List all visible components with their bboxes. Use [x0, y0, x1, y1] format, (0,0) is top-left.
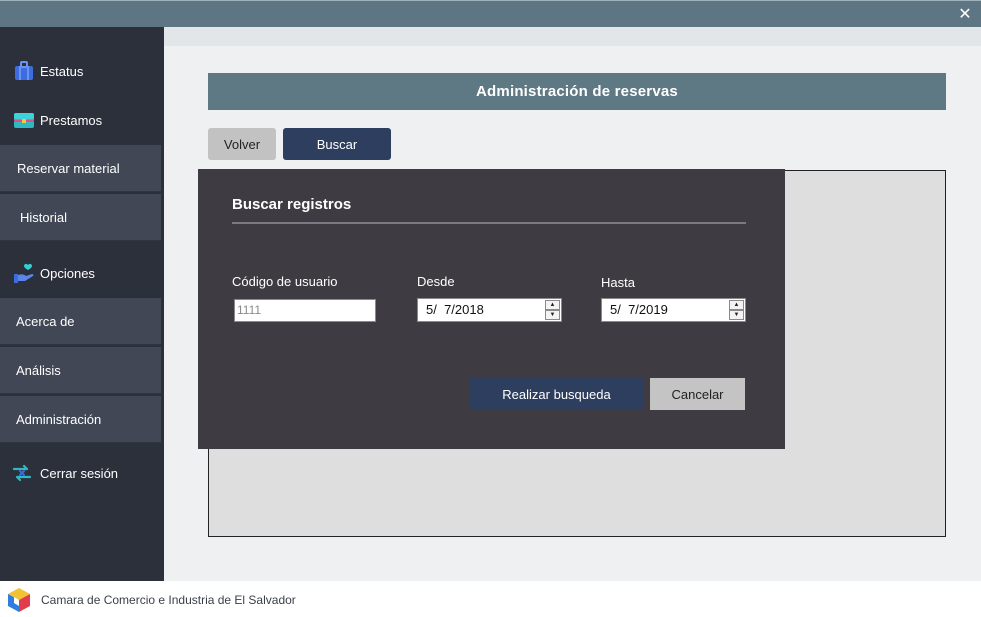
sidebar-item-label: Análisis — [16, 362, 61, 378]
perform-search-button[interactable]: Realizar busqueda — [469, 378, 644, 410]
user-code-label: Código de usuario — [232, 274, 338, 289]
briefcase-icon — [12, 59, 36, 83]
sidebar-item-label: Historial — [20, 209, 67, 225]
sidebar-item-label: Reservar material — [17, 160, 120, 176]
logout-icon — [10, 461, 34, 485]
dialog-divider — [232, 222, 746, 224]
to-date-spinner[interactable]: ▲ ▼ — [729, 300, 744, 320]
spin-up-icon[interactable]: ▲ — [729, 300, 744, 310]
search-dialog: Buscar registros Código de usuario 1111 … — [198, 169, 785, 449]
footer: Camara de Comercio e Industria de El Sal… — [0, 581, 981, 617]
to-date-picker[interactable]: 5/ 7/2019 ▲ ▼ — [601, 298, 746, 322]
sidebar-item-estatus[interactable]: Estatus — [0, 47, 164, 95]
sidebar-item-label: Opciones — [40, 265, 95, 281]
close-icon[interactable]: ✕ — [955, 4, 975, 24]
main-top-strip — [164, 27, 981, 46]
cancel-button[interactable]: Cancelar — [650, 378, 745, 410]
from-date-picker[interactable]: 5/ 7/2018 ▲ ▼ — [417, 298, 562, 322]
spin-down-icon[interactable]: ▼ — [729, 310, 744, 320]
title-bar: ✕ — [0, 0, 981, 27]
hand-heart-icon — [12, 261, 36, 285]
sidebar-item-label: Administración — [16, 411, 102, 427]
sidebar-item-label: Cerrar sesión — [40, 465, 119, 481]
user-code-input[interactable]: 1111 — [234, 299, 376, 322]
sidebar-item-administracion[interactable]: Administración — [0, 396, 161, 443]
sidebar-item-prestamos[interactable]: Prestamos — [0, 96, 164, 144]
from-date-label: Desde — [417, 274, 455, 289]
sidebar: Estatus Prestamos Reservar material Hist… — [0, 27, 164, 581]
to-date-label: Hasta — [601, 275, 635, 290]
sidebar-item-historial[interactable]: Historial — [0, 194, 161, 241]
sidebar-item-analisis[interactable]: Análisis — [0, 347, 161, 394]
spin-down-icon[interactable]: ▼ — [545, 310, 560, 320]
from-date-value: 5/ 7/2018 — [426, 302, 484, 317]
search-button[interactable]: Buscar — [283, 128, 391, 160]
sidebar-item-acerca-de[interactable]: Acerca de — [0, 298, 161, 345]
from-date-spinner[interactable]: ▲ ▼ — [545, 300, 560, 320]
sidebar-item-label: Prestamos — [40, 112, 103, 128]
toolbox-icon — [12, 108, 36, 132]
back-button[interactable]: Volver — [208, 128, 276, 160]
dialog-title: Buscar registros — [232, 196, 352, 213]
sidebar-item-label: Acerca de — [16, 313, 75, 329]
sidebar-item-reservar-material[interactable]: Reservar material — [0, 145, 161, 192]
spin-up-icon[interactable]: ▲ — [545, 300, 560, 310]
page-title: Administración de reservas — [208, 73, 946, 110]
sidebar-item-label: Estatus — [40, 63, 84, 79]
chamber-logo-icon — [6, 587, 32, 613]
sidebar-item-opciones[interactable]: Opciones — [0, 249, 164, 297]
to-date-value: 5/ 7/2019 — [610, 302, 668, 317]
sidebar-item-cerrar-sesion[interactable]: Cerrar sesión — [0, 449, 164, 497]
organization-name: Camara de Comercio e Industria de El Sal… — [41, 593, 296, 607]
